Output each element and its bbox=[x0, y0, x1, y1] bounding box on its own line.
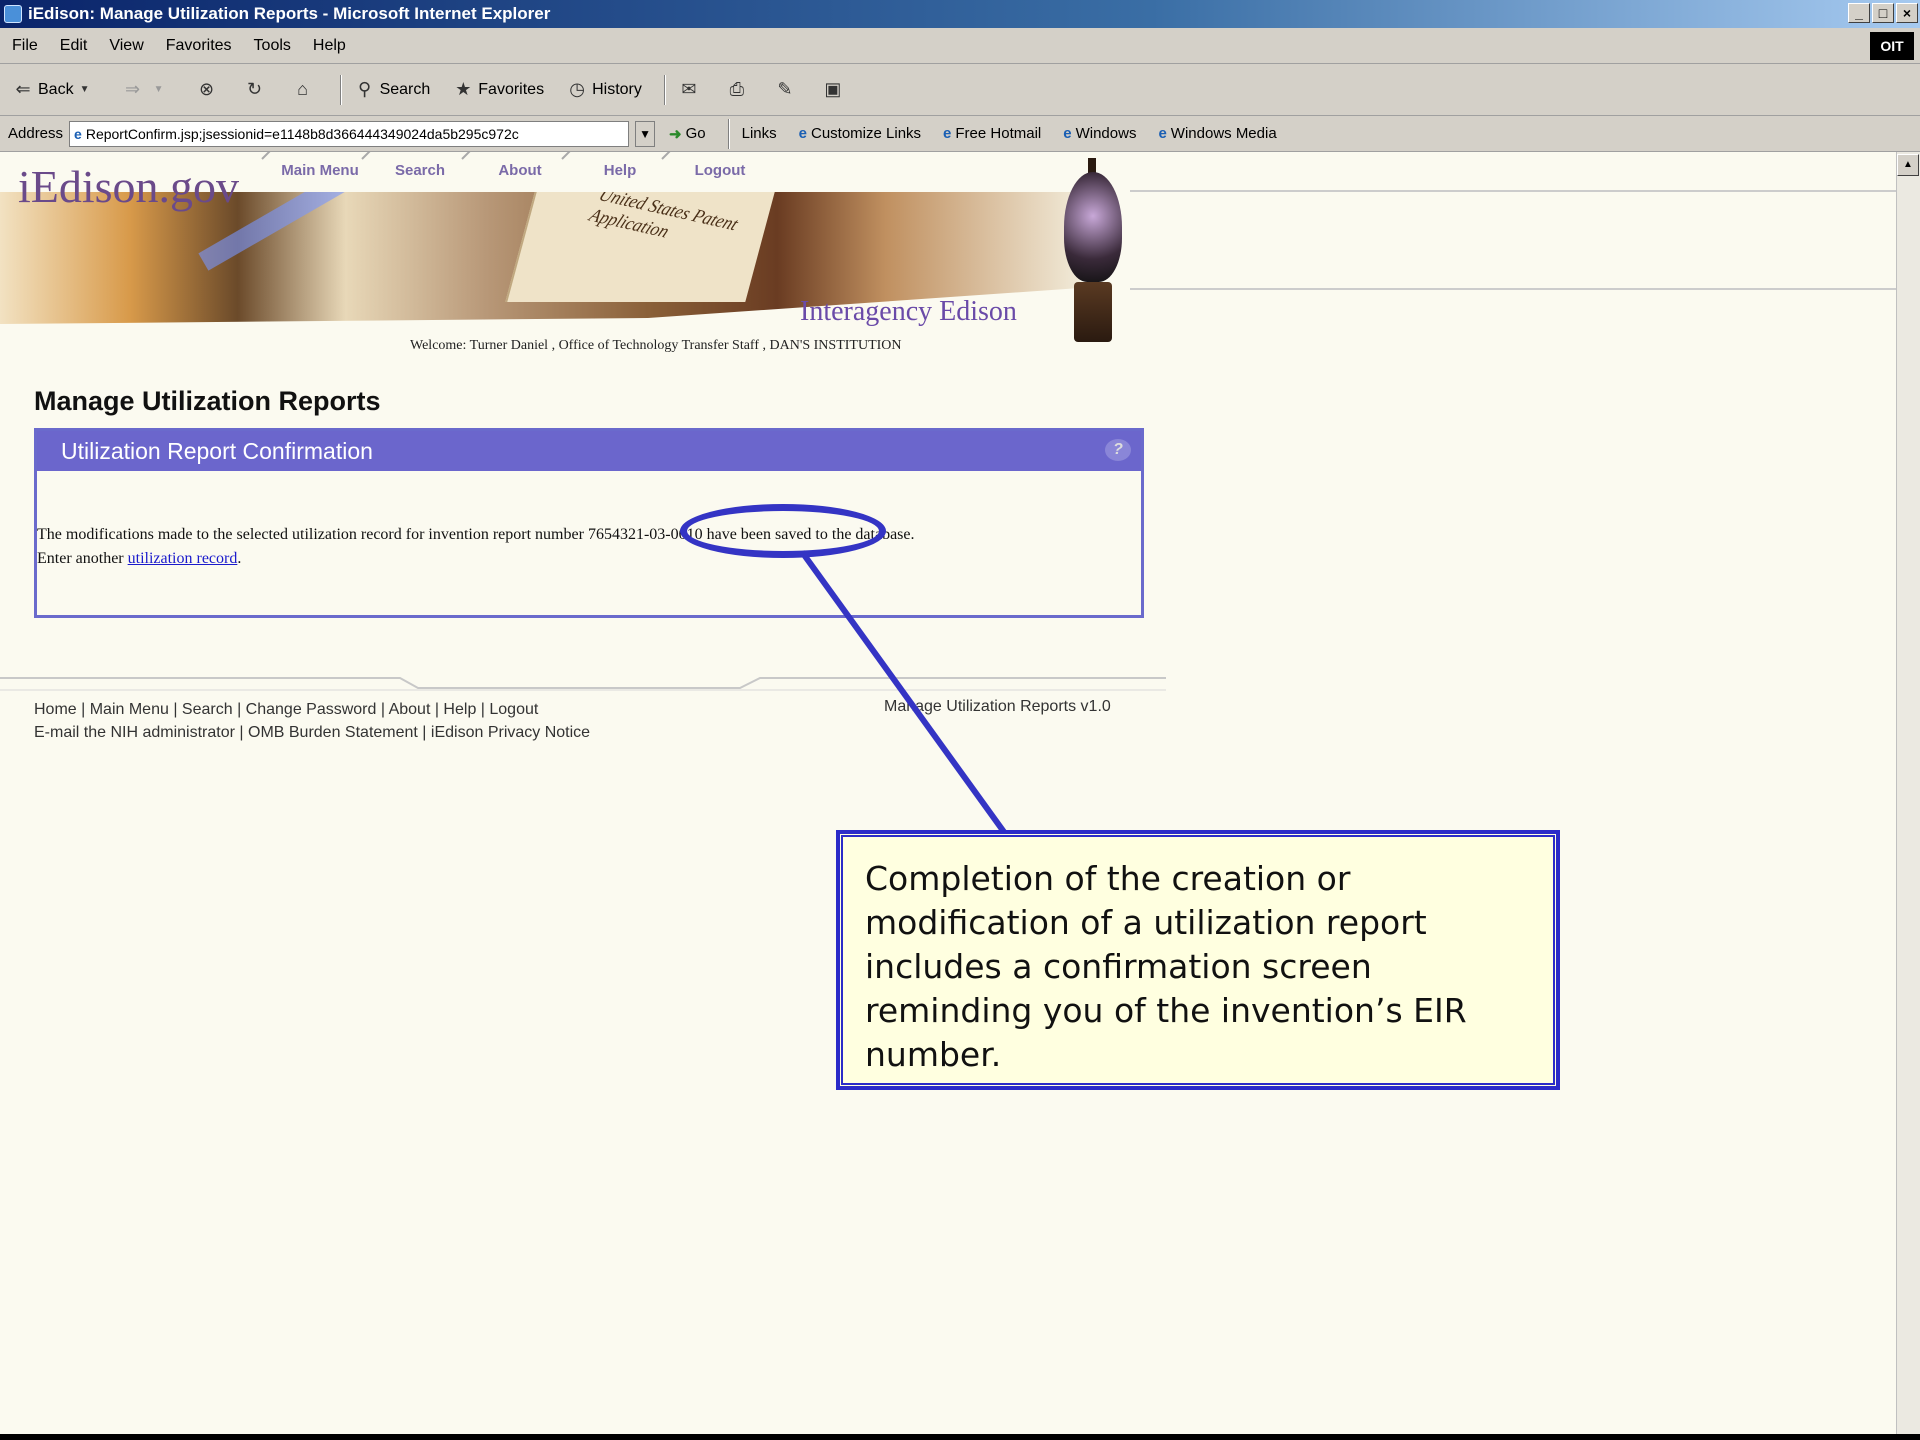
message-line-2: Enter another utilization record. bbox=[37, 550, 242, 567]
address-input[interactable]: e ReportConfirm.jsp;jsessionid=e1148b8d3… bbox=[69, 120, 630, 147]
address-dropdown-button[interactable]: ▼ bbox=[635, 120, 656, 147]
footer-links-line1[interactable]: Home | Main Menu | Search | Change Passw… bbox=[34, 698, 590, 721]
search-icon: ⚲ bbox=[357, 79, 372, 99]
footer-links-line2[interactable]: E-mail the NIH administrator | OMB Burde… bbox=[34, 721, 590, 744]
site-logo[interactable]: iEdison.gov bbox=[18, 160, 239, 213]
go-button[interactable]: ➜ Go bbox=[669, 125, 706, 143]
mail-icon: ✉ bbox=[681, 79, 697, 99]
site-tagline: Interagency Edison bbox=[800, 296, 1017, 327]
back-arrow-icon: ⇐ bbox=[15, 79, 31, 99]
confirmation-message: The modifications made to the selected u… bbox=[37, 471, 1141, 571]
maximize-button[interactable]: □ bbox=[1872, 3, 1894, 23]
page-title: Manage Utilization Reports bbox=[34, 386, 381, 416]
ie-app-icon bbox=[4, 5, 22, 23]
favorites-button[interactable]: ★ Favorites bbox=[452, 79, 544, 101]
stop-button[interactable]: ⊗ bbox=[196, 79, 222, 101]
history-icon: ◷ bbox=[569, 79, 585, 99]
chevron-down-icon: ▼ bbox=[79, 84, 90, 95]
toolbar-separator bbox=[663, 74, 666, 105]
chevron-down-icon: ▼ bbox=[153, 84, 164, 95]
link-windows[interactable]: e Windows bbox=[1063, 125, 1136, 142]
link-windows-media[interactable]: e Windows Media bbox=[1158, 125, 1276, 142]
window-controls: _ □ × bbox=[1848, 3, 1918, 23]
web-page: United States Patent Application iEdison… bbox=[0, 152, 1896, 1434]
home-button[interactable]: ⌂ bbox=[292, 79, 318, 101]
menu-tools[interactable]: Tools bbox=[254, 37, 291, 55]
search-button[interactable]: ⚲ Search bbox=[354, 79, 430, 101]
toolbar-separator bbox=[727, 118, 730, 149]
confirmation-panel: Utilization Report Confirmation ? The mo… bbox=[34, 428, 1144, 618]
oit-logo: OIT bbox=[1870, 32, 1914, 60]
discuss-icon: ▣ bbox=[824, 79, 842, 99]
browser-toolbar: ⇐ Back ▼ ⇒ ▼ ⊗ ↻ ⌂ ⚲ Search ★ Favorites … bbox=[0, 64, 1920, 116]
utilization-record-link[interactable]: utilization record bbox=[128, 550, 238, 567]
address-bar: Address e ReportConfirm.jsp;jsessionid=e… bbox=[0, 116, 1920, 152]
footer-version: Manage Utilization Reports v1.0 bbox=[884, 698, 1111, 715]
light-bulb-icon bbox=[1058, 158, 1128, 348]
banner-patent-paper: United States Patent Application bbox=[505, 192, 775, 302]
callout-box: Completion of the creation or modificati… bbox=[836, 830, 1560, 1090]
banner-paper-text: United States Patent Application bbox=[585, 192, 742, 242]
refresh-icon: ↻ bbox=[247, 79, 263, 99]
menu-edit[interactable]: Edit bbox=[60, 37, 88, 55]
menu-bar: File Edit View Favorites Tools Help OIT bbox=[0, 28, 1920, 64]
close-button[interactable]: × bbox=[1896, 3, 1918, 23]
ie-page-icon: e bbox=[1158, 125, 1167, 142]
window-title: iEdison: Manage Utilization Reports - Mi… bbox=[28, 4, 551, 23]
window-titlebar: iEdison: Manage Utilization Reports - Mi… bbox=[0, 0, 1920, 28]
scroll-up-icon[interactable]: ▲ bbox=[1897, 154, 1919, 176]
nav-search[interactable]: Search bbox=[370, 162, 470, 179]
favorites-icon: ★ bbox=[455, 79, 472, 99]
banner-rule bbox=[1130, 190, 1896, 192]
welcome-text: Welcome: Turner Daniel , Office of Techn… bbox=[410, 338, 902, 353]
ie-page-icon: e bbox=[798, 125, 807, 142]
address-label: Address bbox=[8, 125, 64, 142]
vertical-scrollbar[interactable]: ▲ bbox=[1896, 152, 1920, 1434]
footer-links: Home | Main Menu | Search | Change Passw… bbox=[34, 698, 590, 744]
print-icon: ⎙ bbox=[729, 79, 745, 99]
nav-help[interactable]: Help bbox=[570, 162, 670, 179]
menu-help[interactable]: Help bbox=[313, 37, 346, 55]
mail-button[interactable]: ✉ bbox=[678, 79, 704, 101]
link-hotmail[interactable]: e Free Hotmail bbox=[943, 125, 1041, 142]
forward-arrow-icon: ⇒ bbox=[125, 79, 141, 99]
history-button[interactable]: ◷ History bbox=[566, 79, 642, 101]
back-button[interactable]: ⇐ Back ▼ bbox=[12, 79, 100, 101]
toolbar-separator bbox=[339, 74, 342, 105]
page-icon: e bbox=[74, 125, 82, 142]
banner-rule bbox=[1130, 288, 1896, 290]
print-button[interactable]: ⎙ bbox=[726, 79, 752, 101]
footer-divider bbox=[0, 677, 1166, 691]
nav-logout[interactable]: Logout bbox=[670, 162, 770, 179]
site-banner: United States Patent Application iEdison… bbox=[0, 152, 1896, 342]
minimize-button[interactable]: _ bbox=[1848, 3, 1870, 23]
nav-about[interactable]: About bbox=[470, 162, 570, 179]
menu-favorites[interactable]: Favorites bbox=[166, 37, 232, 55]
ie-page-icon: e bbox=[1063, 125, 1072, 142]
panel-title: Utilization Report Confirmation bbox=[61, 437, 373, 464]
highlight-oval bbox=[680, 504, 886, 558]
edit-icon: ✎ bbox=[777, 79, 793, 99]
menu-file[interactable]: File bbox=[12, 37, 38, 55]
edit-button[interactable]: ✎ bbox=[774, 79, 800, 101]
panel-header: Utilization Report Confirmation ? bbox=[37, 431, 1141, 471]
address-url: ReportConfirm.jsp;jsessionid=e1148b8d366… bbox=[85, 125, 519, 142]
help-icon[interactable]: ? bbox=[1105, 439, 1131, 461]
nav-main-menu[interactable]: Main Menu bbox=[270, 162, 370, 179]
links-label: Links bbox=[741, 125, 777, 142]
stop-icon: ⊗ bbox=[199, 79, 215, 99]
refresh-button[interactable]: ↻ bbox=[244, 79, 270, 101]
link-customize[interactable]: e Customize Links bbox=[799, 125, 921, 142]
menu-view[interactable]: View bbox=[109, 37, 143, 55]
message-line-1: The modifications made to the selected u… bbox=[37, 526, 915, 543]
home-icon: ⌂ bbox=[297, 79, 309, 99]
go-arrow-icon: ➜ bbox=[669, 125, 682, 143]
discuss-button[interactable]: ▣ bbox=[822, 79, 848, 101]
ie-page-icon: e bbox=[943, 125, 952, 142]
site-nav: Main Menu Search About Help Logout bbox=[270, 162, 770, 179]
forward-button[interactable]: ⇒ ▼ bbox=[122, 79, 174, 101]
